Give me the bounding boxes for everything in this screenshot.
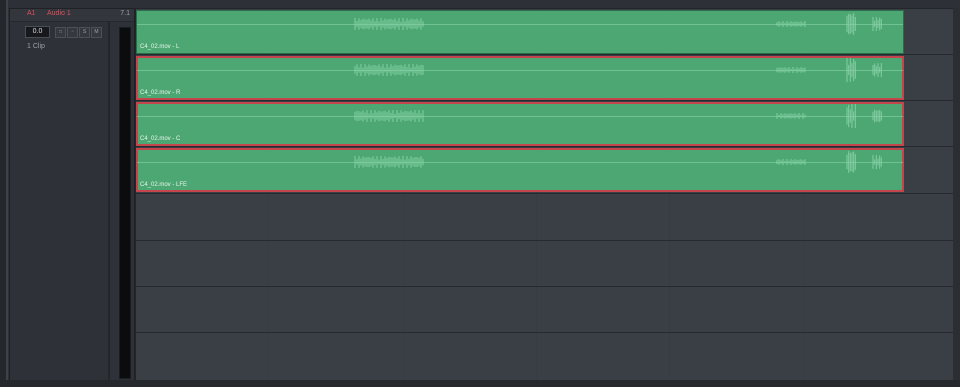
lock-button[interactable]: □ [55, 27, 66, 38]
mute-button[interactable]: M [91, 27, 102, 38]
lane-divider [136, 193, 954, 194]
timeline-window: A1 Audio 1 7.1 0.0 □ ▫ S M 1 Clip C4_02.… [0, 0, 960, 387]
auto-select-icon: ▫ [71, 29, 74, 35]
lock-icon: □ [58, 29, 63, 35]
audio-clip[interactable]: C4_02.mov - R [136, 56, 904, 100]
waveform [354, 12, 882, 36]
timeline-area[interactable]: C4_02.mov - L C4_02.mov - R C4_02.mov - … [135, 8, 955, 382]
clip-label: C4_02.mov - LFE [140, 182, 188, 188]
waveform [354, 104, 882, 128]
track-header-title-bar: A1 Audio 1 7.1 [10, 9, 134, 22]
solo-button[interactable]: S [79, 27, 90, 38]
track-header[interactable]: A1 Audio 1 7.1 0.0 □ ▫ S M 1 Clip [9, 8, 135, 382]
track-id: A1 [27, 10, 36, 17]
clip-count: 1 Clip [27, 43, 45, 50]
waveform [354, 58, 882, 82]
clip-label: C4_02.mov - L [140, 44, 180, 50]
vertical-scrollbar[interactable] [953, 8, 960, 380]
clip-label: C4_02.mov - R [140, 90, 181, 96]
audio-clip[interactable]: C4_02.mov - LFE [136, 148, 904, 192]
clip-label: C4_02.mov - C [140, 136, 181, 142]
track-format: 7.1 [120, 10, 130, 17]
track-name[interactable]: Audio 1 [47, 10, 71, 17]
lane-divider [136, 240, 954, 241]
audio-clip[interactable]: C4_02.mov - C [136, 102, 904, 146]
lane-divider [136, 332, 954, 333]
audio-level-meter [119, 27, 131, 379]
gutter-divider [6, 0, 8, 387]
horizontal-scrollbar[interactable] [0, 380, 960, 387]
audio-clip[interactable]: C4_02.mov - L [136, 10, 904, 54]
waveform [354, 151, 882, 173]
auto-select-button[interactable]: ▫ [67, 27, 78, 38]
lane-divider [136, 286, 954, 287]
track-level-field[interactable]: 0.0 [25, 26, 50, 38]
track-header-divider [108, 21, 110, 381]
